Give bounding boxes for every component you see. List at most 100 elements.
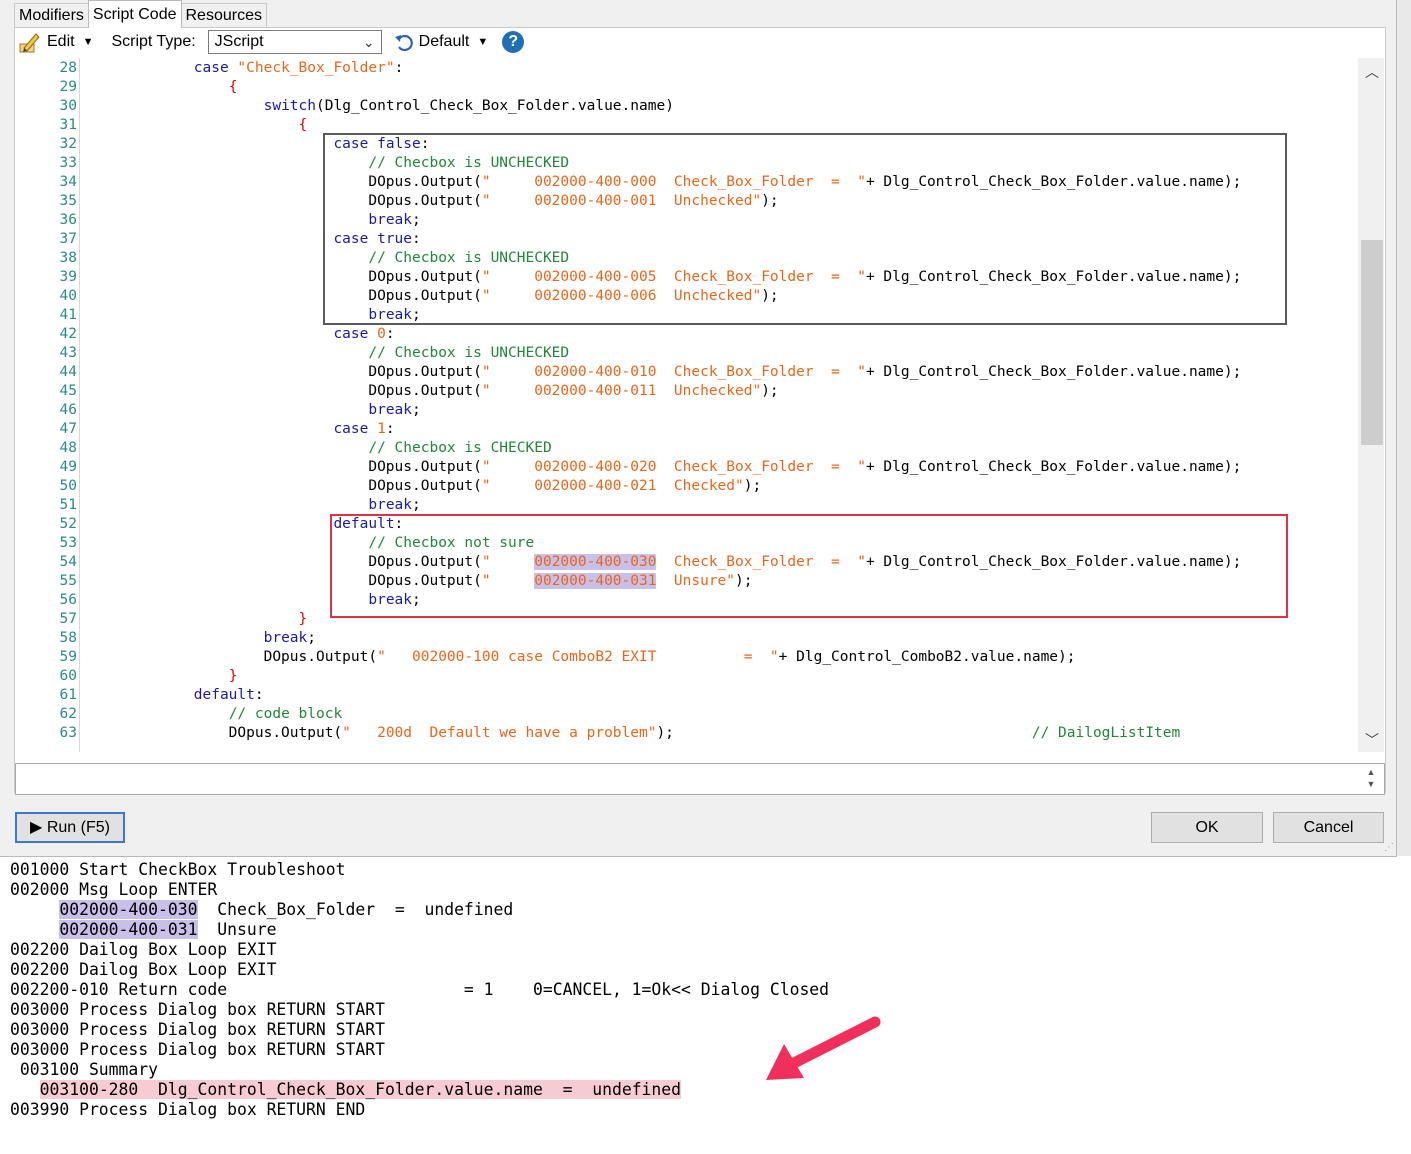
- tab-resources[interactable]: Resources: [180, 3, 267, 28]
- log-line: 003000 Process Dialog box RETURN START: [10, 1020, 385, 1039]
- line-number-gutter: 28 29 30 31 32 33 34 35 36 37 38 39 40 41 42 43 44 45 46 47…: [15, 58, 80, 752]
- script-type-value: JScript: [214, 33, 264, 50]
- line-number: 49: [59, 459, 77, 475]
- log-line: 003100 Summary: [10, 1060, 159, 1079]
- code-line[interactable]: DOpus.Output(" 002000-400-021 Checked");: [89, 477, 761, 496]
- log-line: 002200 Dailog Box Loop EXIT: [10, 940, 277, 959]
- line-number: 34: [59, 174, 77, 190]
- line-number: 28: [59, 60, 77, 76]
- code-line[interactable]: }: [89, 610, 308, 629]
- ok-button[interactable]: OK: [1151, 812, 1263, 843]
- log-line: 002200 Dailog Box Loop EXIT: [10, 960, 277, 979]
- line-number: 56: [59, 592, 77, 608]
- highlight-box-dark: [323, 133, 1287, 325]
- edit-menu-button[interactable]: Edit ▼: [18, 30, 93, 54]
- highlight-box-red: [330, 514, 1288, 618]
- line-number: 51: [59, 497, 77, 513]
- log-line: 003100-280 Dlg_Control_Check_Box_Folder.…: [39, 1080, 682, 1099]
- log-line: 001000 Start CheckBox Troubleshoot: [10, 860, 346, 879]
- code-line[interactable]: DOpus.Output(" 002000-400-020 Check_Box_…: [89, 458, 1241, 477]
- line-number: 42: [59, 326, 77, 342]
- code-line[interactable]: DOpus.Output(" 002000-100 case ComboB2 E…: [89, 648, 1076, 667]
- line-number: 45: [59, 383, 77, 399]
- code-line[interactable]: // Checbox is UNCHECKED: [89, 344, 569, 363]
- line-number: 44: [59, 364, 77, 380]
- line-number: 59: [59, 649, 77, 665]
- line-number: 38: [59, 250, 77, 266]
- code-line[interactable]: {: [89, 116, 308, 135]
- pencil-icon: [19, 33, 40, 53]
- line-number: 36: [59, 212, 77, 228]
- line-number: 53: [59, 535, 77, 551]
- tab-script-code[interactable]: Script Code: [87, 0, 182, 28]
- help-icon[interactable]: ?: [502, 31, 525, 53]
- chevron-down-icon: ⌄: [362, 34, 375, 50]
- run-button-label: Run (F5): [46, 819, 110, 836]
- line-number: 48: [59, 440, 77, 456]
- log-line: 003990 Process Dialog box RETURN END: [10, 1100, 366, 1119]
- code-line[interactable]: {: [89, 78, 238, 97]
- tab-modifiers[interactable]: Modifiers: [14, 3, 89, 28]
- line-number: 37: [59, 231, 77, 247]
- line-number: 54: [59, 554, 77, 570]
- log-line: 003000 Process Dialog box RETURN START: [10, 1040, 385, 1059]
- scroll-up-icon[interactable]: ︿: [1362, 62, 1382, 82]
- command-input[interactable]: ▲ ▼: [15, 763, 1385, 795]
- log-line: 003000 Process Dialog box RETURN START: [10, 1000, 385, 1019]
- code-line[interactable]: // Checbox is CHECKED: [89, 439, 551, 458]
- run-button[interactable]: ▶ Run (F5): [15, 812, 125, 843]
- code-line[interactable]: // code block: [89, 705, 343, 724]
- code-line[interactable]: case "Check_Box_Folder":: [89, 59, 404, 78]
- background-window-edge: [1397, 0, 1411, 856]
- line-number: 41: [59, 307, 77, 323]
- line-number: 35: [59, 193, 77, 209]
- line-number: 50: [59, 478, 77, 494]
- code-line[interactable]: default:: [89, 686, 264, 705]
- code-line[interactable]: case 0:: [89, 325, 394, 344]
- code-line[interactable]: DOpus.Output(" 200d Default we have a pr…: [89, 724, 1181, 743]
- code-line[interactable]: switch(Dlg_Control_Check_Box_Folder.valu…: [89, 97, 674, 116]
- spinner-icon[interactable]: ▲ ▼: [1364, 766, 1378, 790]
- line-number: 62: [59, 706, 77, 722]
- line-number: 46: [59, 402, 77, 418]
- line-number: 63: [59, 725, 77, 741]
- line-number: 43: [59, 345, 77, 361]
- code-line[interactable]: break;: [89, 401, 420, 420]
- line-number: 32: [59, 136, 77, 152]
- annotation-arrow-icon: [766, 1016, 881, 1080]
- log-line: 002000-400-031 Unsure: [59, 920, 277, 939]
- code-line[interactable]: DOpus.Output(" 002000-400-010 Check_Box_…: [89, 363, 1241, 382]
- line-number: 58: [59, 630, 77, 646]
- line-number: 60: [59, 668, 77, 684]
- code-line[interactable]: case 1:: [89, 420, 394, 439]
- scroll-down-icon[interactable]: ﹀: [1362, 730, 1382, 750]
- line-number: 40: [59, 288, 77, 304]
- line-number: 47: [59, 421, 77, 437]
- edit-label: Edit: [47, 33, 75, 50]
- output-log: 001000 Start CheckBox Troubleshoot 002000…: [0, 857, 1411, 1154]
- code-line[interactable]: break;: [89, 496, 420, 515]
- default-menu-button[interactable]: Default ▼: [394, 31, 489, 53]
- cancel-button[interactable]: Cancel: [1273, 812, 1384, 843]
- toolbar: Edit ▼ Script Type: JScript ⌄ Default ▼ …: [18, 29, 525, 55]
- line-number: 55: [59, 573, 77, 589]
- chevron-down-icon: ▼: [82, 36, 94, 48]
- tab-strip: Modifiers Script Code Resources: [14, 0, 267, 28]
- line-number: 30: [59, 98, 77, 114]
- line-number: 57: [59, 611, 77, 627]
- code-line[interactable]: DOpus.Output(" 002000-400-011 Unchecked"…: [89, 382, 778, 401]
- script-type-select[interactable]: JScript ⌄: [207, 30, 382, 54]
- log-line: 002000-400-030 Check_Box_Folder = undefi…: [59, 900, 514, 919]
- line-number: 39: [59, 269, 77, 285]
- code-line[interactable]: break;: [89, 629, 316, 648]
- line-number: 31: [59, 117, 77, 133]
- resize-grip-icon[interactable]: ⋰: [1384, 842, 1394, 853]
- default-label: Default: [418, 33, 470, 50]
- play-icon: ▶: [30, 819, 43, 836]
- scrollbar-thumb[interactable]: [1361, 240, 1383, 445]
- code-line[interactable]: }: [89, 667, 238, 686]
- script-editor-dialog: Modifiers Script Code Resources Edit ▼ S…: [0, 0, 1397, 857]
- chevron-down-icon: ▼: [477, 36, 489, 48]
- line-number: 52: [59, 516, 77, 532]
- line-number: 61: [59, 687, 77, 703]
